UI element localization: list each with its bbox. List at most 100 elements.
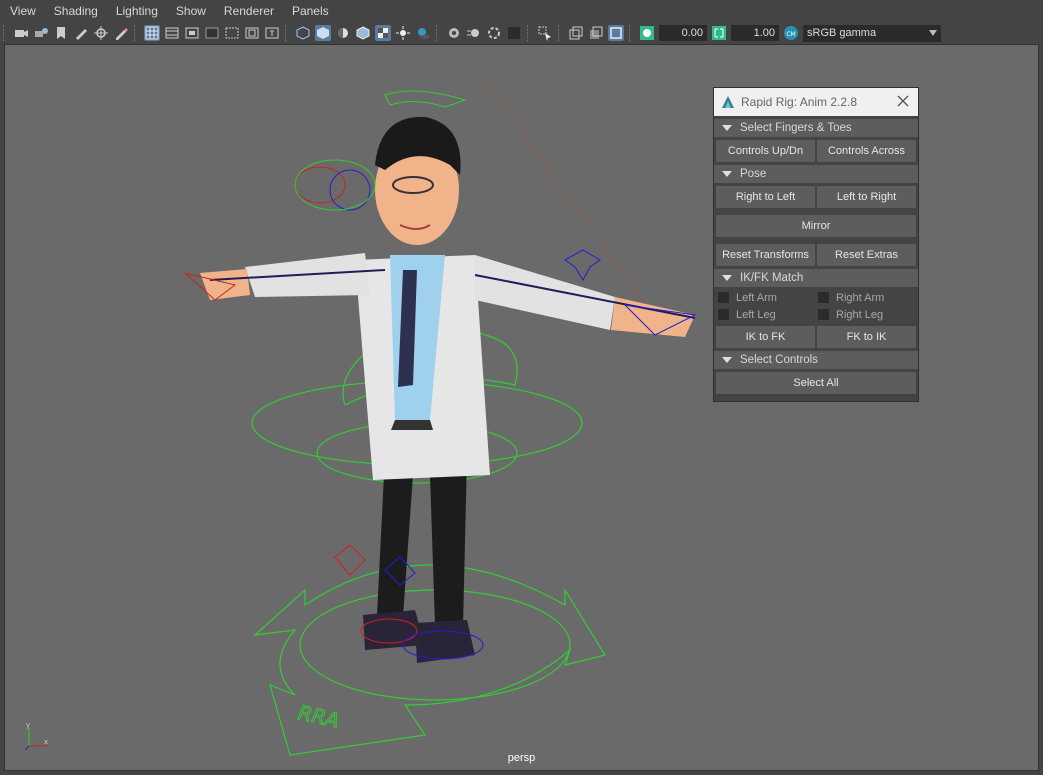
toolbar-separator <box>285 25 290 41</box>
section-header-label: Select Fingers & Toes <box>740 122 852 134</box>
color-space-value: sRGB gamma <box>807 26 877 39</box>
rapid-rig-logo-icon <box>722 96 734 108</box>
axis-x-label: x <box>44 738 48 746</box>
right-arm-checkbox[interactable]: Right Arm <box>816 291 916 304</box>
menu-view[interactable]: View <box>0 0 44 22</box>
section-select-controls[interactable]: Select Controls <box>714 351 918 369</box>
section-select-fingers-toes[interactable]: Select Fingers & Toes <box>714 119 918 137</box>
color-space-select[interactable]: sRGB gamma <box>803 24 941 42</box>
depth-of-field-icon[interactable] <box>506 25 522 41</box>
smooth-shade-icon[interactable] <box>315 25 331 41</box>
left-leg-checkbox[interactable]: Left Leg <box>716 308 816 321</box>
section-header-label: Select Controls <box>740 354 818 366</box>
button-row: Select All <box>714 369 918 394</box>
textured-icon[interactable] <box>375 25 391 41</box>
reset-transforms-button[interactable]: Reset Transforms <box>716 244 815 266</box>
menu-shading[interactable]: Shading <box>44 0 106 22</box>
gate-mask-icon[interactable] <box>204 25 220 41</box>
wireframe-on-shaded-icon[interactable] <box>355 25 371 41</box>
collapse-triangle-icon <box>722 357 732 363</box>
select-camera-icon[interactable] <box>13 25 29 41</box>
controls-across-button[interactable]: Controls Across <box>817 140 916 162</box>
field-chart-icon[interactable] <box>224 25 240 41</box>
checkbox-label: Left Leg <box>736 308 776 321</box>
button-row: Reset Transforms Reset Extras <box>714 237 918 266</box>
section-ik-fk-match[interactable]: IK/FK Match <box>714 269 918 287</box>
resolution-gate-icon[interactable] <box>184 25 200 41</box>
xray-active-components-icon[interactable] <box>608 25 624 41</box>
film-gate-icon[interactable] <box>164 25 180 41</box>
character-torso <box>355 255 490 480</box>
axis-y-label: y <box>26 721 30 729</box>
select-all-button[interactable]: Select All <box>716 372 916 394</box>
fk-to-ik-button[interactable]: FK to IK <box>817 326 916 348</box>
checkbox-label: Right Arm <box>836 291 885 304</box>
checkbox-box[interactable] <box>718 309 729 320</box>
character-head <box>294 90 467 245</box>
collapse-triangle-icon <box>722 125 732 131</box>
lights-icon[interactable] <box>395 25 411 41</box>
grease-pencil-icon[interactable] <box>113 25 129 41</box>
menu-panels[interactable]: Panels <box>282 0 337 22</box>
menu-lighting[interactable]: Lighting <box>106 0 166 22</box>
two-d-pan-icon[interactable] <box>93 25 109 41</box>
exposure-icon[interactable] <box>639 25 655 41</box>
button-row: IK to FK FK to IK <box>714 321 918 348</box>
xray-icon[interactable] <box>568 25 584 41</box>
bookmark-icon[interactable] <box>53 25 69 41</box>
checkbox-label: Left Arm <box>736 291 777 304</box>
motion-blur-icon[interactable] <box>466 25 482 41</box>
rapid-rig-panel: Rapid Rig: Anim 2.2.8 Select Fingers & T… <box>713 87 919 402</box>
left-to-right-button[interactable]: Left to Right <box>817 186 916 208</box>
exposure-field[interactable]: 0.00 <box>659 25 707 41</box>
safe-title-icon[interactable] <box>264 25 280 41</box>
ik-to-fk-button[interactable]: IK to FK <box>716 326 815 348</box>
toolbar-separator <box>558 25 563 41</box>
menu-bar: View Shading Lighting Show Renderer Pane… <box>0 0 1043 22</box>
close-icon[interactable] <box>896 94 910 108</box>
section-pose[interactable]: Pose <box>714 165 918 183</box>
grid-icon[interactable] <box>144 25 160 41</box>
reset-extras-button[interactable]: Reset Extras <box>817 244 916 266</box>
ik-arm-control[interactable] <box>564 249 601 282</box>
view-transform-icon[interactable]: CM <box>783 25 799 41</box>
checkbox-box[interactable] <box>718 292 729 303</box>
default-material-icon[interactable] <box>335 25 351 41</box>
image-plane-icon[interactable] <box>73 25 89 41</box>
mirror-button[interactable]: Mirror <box>716 215 916 237</box>
wireframe-icon[interactable] <box>295 25 311 41</box>
toolbar-separator <box>134 25 139 41</box>
axis-indicator: y x <box>24 721 48 750</box>
chevron-down-icon <box>929 29 937 36</box>
checkbox-label: Right Leg <box>836 308 884 321</box>
menu-show[interactable]: Show <box>166 0 214 22</box>
right-to-left-button[interactable]: Right to Left <box>716 186 815 208</box>
svg-text:CM: CM <box>786 31 795 38</box>
checkbox-box[interactable] <box>818 292 829 303</box>
toolbar-separator <box>629 25 634 41</box>
anti-aliasing-icon[interactable] <box>486 25 502 41</box>
gamma-field[interactable]: 1.00 <box>731 25 779 41</box>
ik-leg-control-right[interactable] <box>334 544 366 576</box>
safe-action-icon[interactable] <box>244 25 260 41</box>
gamma-icon[interactable] <box>711 25 727 41</box>
controls-up-dn-button[interactable]: Controls Up/Dn <box>716 140 815 162</box>
button-row: Mirror <box>714 208 918 237</box>
right-leg-checkbox[interactable]: Right Leg <box>816 308 916 321</box>
shadows-icon[interactable] <box>415 25 431 41</box>
left-arm-checkbox[interactable]: Left Arm <box>716 291 816 304</box>
panel-toolbar: 0.00 1.00 CM sRGB gamma <box>0 22 1043 44</box>
isolate-select-icon[interactable] <box>537 25 553 41</box>
collapse-triangle-icon <box>722 171 732 177</box>
toolbar-separator <box>527 25 532 41</box>
screen-space-ao-icon[interactable] <box>446 25 462 41</box>
button-row: Right to Left Left to Right <box>714 183 918 208</box>
rig-panel-title: Rapid Rig: Anim 2.2.8 <box>741 95 858 109</box>
rig-panel-titlebar[interactable]: Rapid Rig: Anim 2.2.8 <box>714 88 918 116</box>
xray-joints-icon[interactable] <box>588 25 604 41</box>
toolbar-separator <box>3 25 8 41</box>
camera-attributes-icon[interactable] <box>33 25 49 41</box>
menu-renderer[interactable]: Renderer <box>214 0 282 22</box>
checkbox-box[interactable] <box>818 309 829 320</box>
camera-label: persp <box>507 752 536 764</box>
